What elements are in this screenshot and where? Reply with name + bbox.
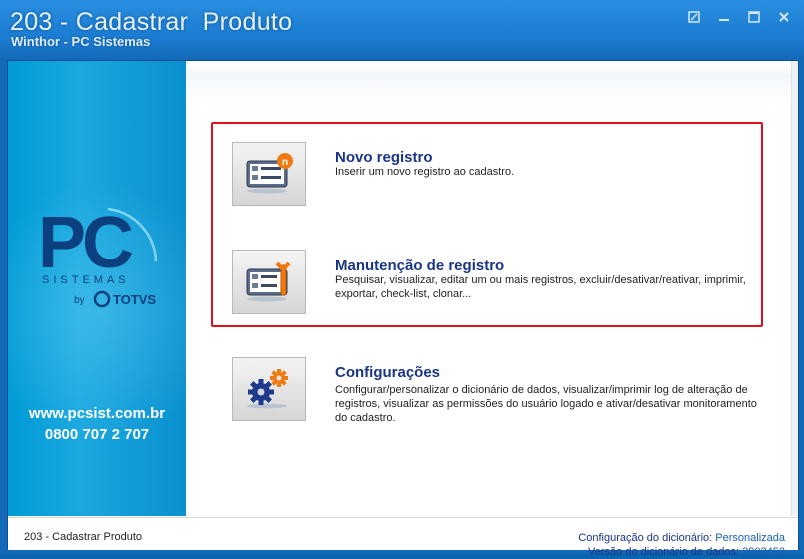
settings-gears-icon — [247, 369, 288, 409]
dict-version-label: Versão do dicionário de dados: — [588, 546, 740, 558]
app-window: 203 - Cadastrar Produto Winthor - PC Sis… — [0, 0, 804, 558]
status-bar: 203 - Cadastrar Produto Configuração do … — [8, 517, 798, 558]
dict-config-label: Configuração do dicionário: — [578, 532, 713, 544]
new-record-button[interactable]: n — [232, 142, 306, 206]
minimize-icon[interactable] — [714, 11, 734, 27]
logo-by: by — [74, 295, 85, 306]
phone-text: 0800 707 2 707 — [44, 426, 150, 443]
maintenance-description: Pesquisar, visualizar, editar um ou mais… — [335, 274, 746, 300]
status-routine: 203 - Cadastrar Produto — [24, 531, 143, 543]
logo-text: PC — [38, 203, 133, 283]
svg-text:n: n — [282, 157, 288, 168]
maximize-icon[interactable] — [744, 11, 764, 27]
maintenance-icon — [246, 261, 291, 302]
client-area: PC SISTEMAS by TOTVS www.pcsist.com.br 0… — [7, 60, 799, 558]
website-text: www.pcsist.com.br — [28, 405, 166, 422]
window-title: 203 - Cadastrar Produto — [10, 8, 293, 36]
settings-button[interactable] — [232, 357, 306, 421]
maintenance-button[interactable] — [232, 250, 306, 314]
maintenance-title[interactable]: Manutenção de registro — [335, 257, 504, 274]
pc-sistemas-logo: PC SISTEMAS by TOTVS — [38, 203, 158, 308]
restore-icon[interactable] — [684, 11, 704, 27]
logo-brand: TOTVS — [113, 292, 156, 307]
settings-description: Configurar/personalizar o dicionário de … — [335, 384, 757, 424]
status-dictionary: Configuração do dicionário: Personalizad… — [578, 531, 785, 559]
dict-version-value: 2902452 — [742, 546, 785, 558]
new-record-title[interactable]: Novo registro — [335, 149, 433, 166]
logo-sub: SISTEMAS — [42, 274, 130, 286]
dict-config-value: Personalizada — [715, 532, 785, 544]
totvs-icon — [93, 290, 111, 308]
window-subtitle: Winthor - PC Sistemas — [11, 34, 151, 49]
settings-title[interactable]: Configurações — [335, 364, 440, 381]
window-controls — [684, 11, 794, 27]
close-icon[interactable] — [774, 11, 794, 27]
new-record-description: Inserir um novo registro ao cadastro. — [335, 166, 515, 178]
main-panel: n Novo registro Inserir um novo registro… — [186, 61, 798, 516]
sidebar-banner: PC SISTEMAS by TOTVS www.pcsist.com.br 0… — [8, 61, 186, 516]
scrollbar[interactable] — [791, 61, 798, 516]
new-record-icon: n — [246, 153, 293, 194]
